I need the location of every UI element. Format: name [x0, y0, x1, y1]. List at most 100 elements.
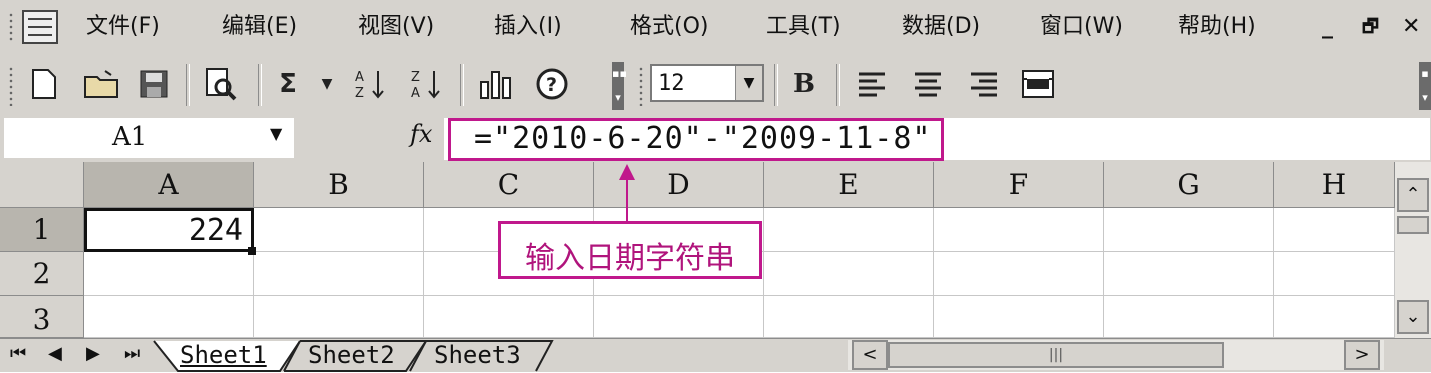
menu-window[interactable]: 窗口(W): [1040, 0, 1123, 54]
menu-format[interactable]: 格式(O): [630, 0, 708, 54]
toolbar-separator: [836, 64, 840, 106]
cell-a2[interactable]: [84, 252, 254, 296]
callout-arrow-icon: [619, 164, 635, 180]
menu-file[interactable]: 文件(F): [86, 0, 160, 54]
autosum-dropdown-icon[interactable]: ▼: [312, 64, 342, 104]
svg-text:A: A: [355, 70, 364, 85]
name-box-value: A1: [112, 122, 148, 152]
menu-view[interactable]: 视图(V): [358, 0, 434, 54]
toolbar-separator: [258, 64, 262, 106]
chart-wizard-icon[interactable]: [472, 64, 520, 104]
column-header-h[interactable]: H: [1274, 162, 1395, 208]
row-header-2[interactable]: 2: [0, 252, 84, 296]
cell-h3[interactable]: [1274, 296, 1395, 338]
column-header-a[interactable]: A: [84, 162, 254, 208]
menu-bar: 文件(F) 编辑(E) 视图(V) 插入(I) 格式(O) 工具(T) 数据(D…: [0, 0, 1431, 54]
vertical-scrollbar[interactable]: ⌃ ⌄: [1395, 162, 1431, 338]
callout-text: 输入日期字符串: [525, 241, 735, 276]
scroll-up-icon[interactable]: ⌃: [1397, 178, 1429, 212]
cell-g2[interactable]: [1104, 252, 1274, 296]
svg-text:Z: Z: [411, 70, 420, 85]
toolbar-separator: [186, 64, 190, 106]
cell-f3[interactable]: [934, 296, 1104, 338]
font-size-dropdown-icon[interactable]: ▼: [735, 66, 762, 100]
format-toolbar-options-icon[interactable]: ▪ ▾: [1419, 62, 1431, 110]
row-header-1[interactable]: 1: [0, 208, 84, 252]
column-header-g[interactable]: G: [1104, 162, 1274, 208]
autosum-icon[interactable]: Σ: [266, 64, 310, 104]
format-toolbar-grip[interactable]: [638, 66, 644, 106]
menu-help[interactable]: 帮助(H): [1178, 0, 1256, 54]
cell-g3[interactable]: [1104, 296, 1274, 338]
cell-f2[interactable]: [934, 252, 1104, 296]
save-icon[interactable]: [134, 64, 174, 104]
next-sheet-icon[interactable]: ▶: [86, 343, 100, 364]
toolbar-separator: [774, 64, 778, 106]
cell-c3[interactable]: [424, 296, 594, 338]
cell-a3[interactable]: [84, 296, 254, 338]
svg-text:Z: Z: [355, 86, 364, 101]
formula-highlight-box: [448, 118, 944, 161]
cell-g1[interactable]: [1104, 208, 1274, 252]
cell-b3[interactable]: [254, 296, 424, 338]
cell-e1[interactable]: [764, 208, 934, 252]
scroll-left-icon[interactable]: <: [852, 340, 888, 370]
svg-text:A: A: [411, 86, 420, 101]
close-icon[interactable]: ✕: [1402, 0, 1420, 54]
merge-center-icon[interactable]: [1016, 64, 1060, 104]
insert-function-icon[interactable]: fx: [410, 120, 444, 156]
scroll-down-icon[interactable]: ⌄: [1397, 300, 1429, 334]
minimize-icon[interactable]: _: [1322, 0, 1333, 54]
toolbar-options-icon[interactable]: ▪▪ ▾: [612, 62, 627, 110]
name-box-dropdown-icon[interactable]: ▼: [270, 124, 282, 143]
column-header-b[interactable]: B: [254, 162, 424, 208]
sort-descending-icon[interactable]: ZA: [404, 64, 448, 104]
print-preview-icon[interactable]: [196, 64, 244, 104]
first-sheet-icon[interactable]: ⏮: [10, 343, 26, 364]
menu-data[interactable]: 数据(D): [902, 0, 980, 54]
bold-button[interactable]: B: [786, 64, 822, 104]
new-document-icon[interactable]: [24, 64, 64, 104]
font-size-select[interactable]: 12 ▼: [650, 64, 764, 102]
font-size-value: 12: [658, 71, 685, 96]
select-all-corner[interactable]: [0, 162, 84, 208]
prev-sheet-icon[interactable]: ◀: [48, 343, 62, 364]
sheet-tab-sheet2[interactable]: Sheet2: [308, 339, 395, 371]
cell-d3[interactable]: [594, 296, 764, 338]
column-header-e[interactable]: E: [764, 162, 934, 208]
scroll-right-icon[interactable]: >: [1344, 340, 1380, 370]
menu-edit[interactable]: 编辑(E): [222, 0, 297, 54]
fill-handle[interactable]: [248, 247, 256, 255]
cell-h1[interactable]: [1274, 208, 1395, 252]
cell-b2[interactable]: [254, 252, 424, 296]
workbook-icon[interactable]: [22, 10, 58, 44]
column-header-c[interactable]: C: [424, 162, 594, 208]
cell-f1[interactable]: [934, 208, 1104, 252]
menu-insert[interactable]: 插入(I): [494, 0, 562, 54]
last-sheet-icon[interactable]: ⏭: [124, 343, 140, 364]
menu-grip[interactable]: [8, 12, 14, 42]
column-header-f[interactable]: F: [934, 162, 1104, 208]
sort-ascending-icon[interactable]: AZ: [348, 64, 392, 104]
menu-tools[interactable]: 工具(T): [766, 0, 841, 54]
restore-icon[interactable]: 🗗: [1362, 0, 1379, 54]
cell-h2[interactable]: [1274, 252, 1395, 296]
horizontal-scroll-thumb[interactable]: |||: [888, 342, 1224, 368]
name-box[interactable]: A1 ▼: [4, 118, 294, 158]
row-header-3[interactable]: 3: [0, 296, 84, 338]
cell-b1[interactable]: [254, 208, 424, 252]
callout-box: 输入日期字符串: [498, 221, 762, 279]
cell-a1-value: 224: [188, 213, 243, 248]
cell-e2[interactable]: [764, 252, 934, 296]
open-folder-icon[interactable]: [80, 64, 124, 104]
sheet-tab-sheet1[interactable]: Sheet1: [180, 339, 267, 371]
vertical-scroll-thumb[interactable]: [1397, 216, 1429, 234]
sheet-tab-sheet3[interactable]: Sheet3: [434, 339, 521, 371]
toolbar-grip[interactable]: [8, 66, 14, 106]
align-left-icon[interactable]: [850, 64, 894, 104]
help-icon[interactable]: ?: [530, 64, 574, 104]
cell-a1[interactable]: 224: [84, 208, 254, 252]
align-center-icon[interactable]: [906, 64, 950, 104]
align-right-icon[interactable]: [962, 64, 1006, 104]
cell-e3[interactable]: [764, 296, 934, 338]
